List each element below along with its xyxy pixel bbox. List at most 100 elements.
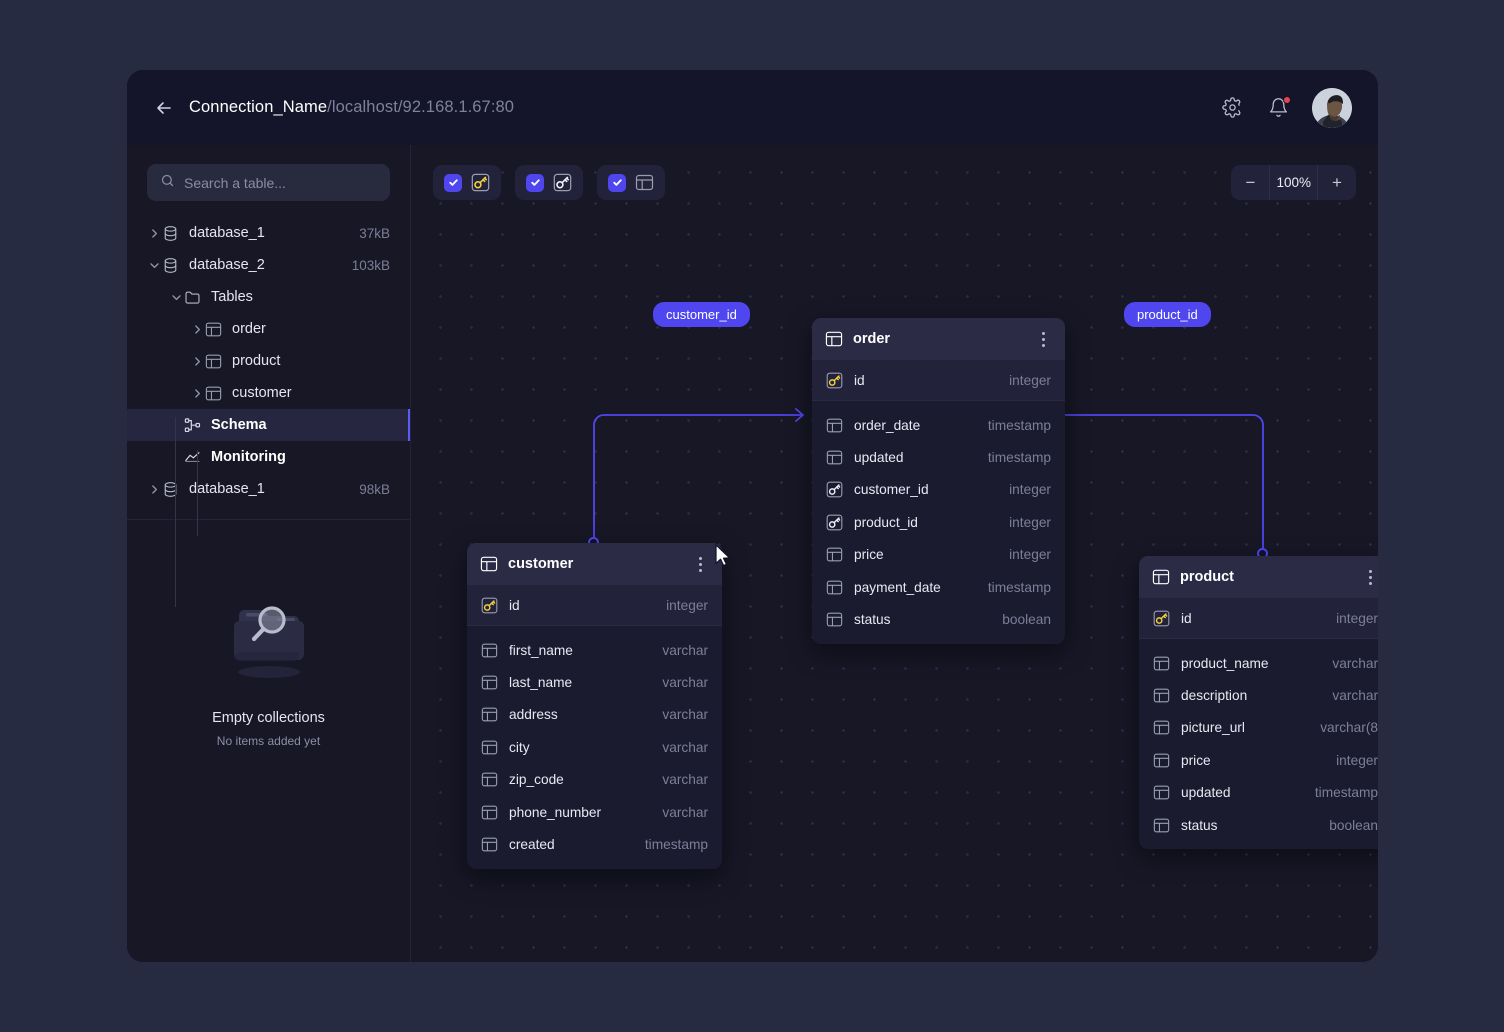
chevron-right-icon[interactable] [190, 388, 204, 399]
sidebar-item-monitoring[interactable]: Monitoring [127, 441, 410, 473]
table-row[interactable]: price integer [1139, 744, 1378, 776]
table-node-product[interactable]: product id integer product_name varchar [1139, 556, 1378, 849]
sidebar-item-tables[interactable]: Tables [127, 281, 410, 313]
top-bar: Connection_Name/localhost/92.168.1.67:80 [127, 70, 1378, 145]
table-node-order[interactable]: order id integer order_date timestamp [812, 318, 1065, 644]
table-icon [826, 449, 843, 466]
column-name: price [854, 547, 884, 562]
column-type: varchar [662, 675, 708, 690]
table-row[interactable]: order_date timestamp [812, 409, 1065, 441]
search-input[interactable] [184, 175, 377, 191]
column-type: timestamp [645, 837, 708, 852]
zoom-in-button[interactable]: + [1318, 165, 1356, 200]
table-row[interactable]: id integer [1139, 598, 1378, 638]
table-node-header[interactable]: product [1139, 556, 1378, 598]
primary-key-icon [1153, 610, 1170, 627]
table-row[interactable]: status boolean [1139, 809, 1378, 841]
sidebar-item-product[interactable]: product [127, 345, 410, 377]
table-row[interactable]: picture_url varchar(8 [1139, 712, 1378, 744]
table-row[interactable]: price integer [812, 539, 1065, 571]
more-vertical-icon[interactable] [1034, 329, 1052, 349]
sidebar-item-schema[interactable]: Schema [127, 409, 410, 441]
table-row[interactable]: phone_number varchar [467, 796, 722, 828]
column-type: varchar [662, 772, 708, 787]
table-row[interactable]: created timestamp [467, 828, 722, 860]
column-name: payment_date [854, 580, 941, 595]
column-name: id [854, 373, 865, 388]
sidebar-item-order[interactable]: order [127, 313, 410, 345]
app-window: Connection_Name/localhost/92.168.1.67:80 [127, 70, 1378, 962]
folder-icon [183, 289, 202, 306]
table-icon [481, 642, 498, 659]
tree-item-label: order [232, 321, 266, 337]
chevron-right-icon[interactable] [147, 484, 161, 495]
table-row[interactable]: id integer [467, 585, 722, 625]
table-row[interactable]: address varchar [467, 699, 722, 731]
table-row[interactable]: product_id integer [812, 506, 1065, 538]
table-icon [481, 674, 498, 691]
table-node-header[interactable]: customer [467, 543, 722, 585]
column-type: boolean [1329, 818, 1378, 833]
table-row[interactable]: product_name varchar [1139, 647, 1378, 679]
column-type: varchar [1332, 656, 1378, 671]
table-row[interactable]: id integer [812, 360, 1065, 400]
foreign-key-icon [826, 481, 843, 498]
zoom-level-value: 100% [1269, 165, 1318, 200]
foreign-key-filter[interactable] [515, 165, 583, 200]
search-box[interactable] [147, 164, 390, 201]
column-type: integer [1009, 547, 1051, 562]
connection-host: /localhost/92.168.1.67:80 [327, 98, 514, 116]
back-button[interactable] [147, 91, 181, 125]
chevron-right-icon[interactable] [190, 356, 204, 367]
table-node-header[interactable]: order [812, 318, 1065, 360]
chevron-right-icon[interactable] [147, 228, 161, 239]
column-name: phone_number [509, 805, 601, 820]
table-row[interactable]: customer_id integer [812, 474, 1065, 506]
column-type: timestamp [988, 418, 1051, 433]
chevron-down-icon[interactable] [169, 292, 183, 303]
table-icon [1152, 568, 1170, 586]
column-name: address [509, 707, 558, 722]
empty-collections-panel: Empty collections No items added yet [127, 520, 410, 962]
sidebar-item-database-1[interactable]: database_137kB [127, 217, 410, 249]
table-row[interactable]: description varchar [1139, 679, 1378, 711]
avatar[interactable] [1312, 88, 1352, 128]
gear-icon[interactable] [1220, 96, 1244, 120]
column-name: order_date [854, 418, 920, 433]
chevron-right-icon[interactable] [190, 324, 204, 335]
table-icon [481, 739, 498, 756]
tree-guide-line [197, 450, 198, 536]
checkbox[interactable] [608, 174, 626, 192]
relation-label-product-id[interactable]: product_id [1124, 302, 1211, 327]
column-type: integer [1336, 753, 1378, 768]
table-row[interactable]: zip_code varchar [467, 764, 722, 796]
table-row[interactable]: updated timestamp [812, 441, 1065, 473]
table-row[interactable]: payment_date timestamp [812, 571, 1065, 603]
tree-item-size: 98kB [359, 482, 390, 497]
tree-item-size: 37kB [359, 226, 390, 241]
more-vertical-icon[interactable] [1361, 567, 1378, 587]
sidebar-item-database-2[interactable]: database_2103kB [127, 249, 410, 281]
checkbox[interactable] [444, 174, 462, 192]
checkbox[interactable] [526, 174, 544, 192]
table-node-customer[interactable]: customer id integer first_name varchar [467, 543, 722, 869]
column-name: product_name [1181, 656, 1269, 671]
sidebar-item-customer[interactable]: customer [127, 377, 410, 409]
sidebar-item-database-1[interactable]: database_198kB [127, 473, 410, 505]
table-row[interactable]: status boolean [812, 603, 1065, 635]
more-vertical-icon[interactable] [691, 554, 709, 574]
table-row[interactable]: updated timestamp [1139, 777, 1378, 809]
bell-icon[interactable] [1266, 96, 1290, 120]
table-row[interactable]: first_name varchar [467, 634, 722, 666]
table-row[interactable]: last_name varchar [467, 666, 722, 698]
row-spacer [467, 861, 722, 869]
columns-filter[interactable] [597, 165, 665, 200]
table-row[interactable]: city varchar [467, 731, 722, 763]
primary-key-filter[interactable] [433, 165, 501, 200]
relation-label-customer-id[interactable]: customer_id [653, 302, 750, 327]
schema-canvas[interactable]: − 100% + customer_id product_id [411, 145, 1378, 962]
zoom-out-button[interactable]: − [1231, 165, 1269, 200]
search-icon [160, 173, 175, 193]
column-type: varchar [662, 740, 708, 755]
chevron-down-icon[interactable] [147, 260, 161, 271]
